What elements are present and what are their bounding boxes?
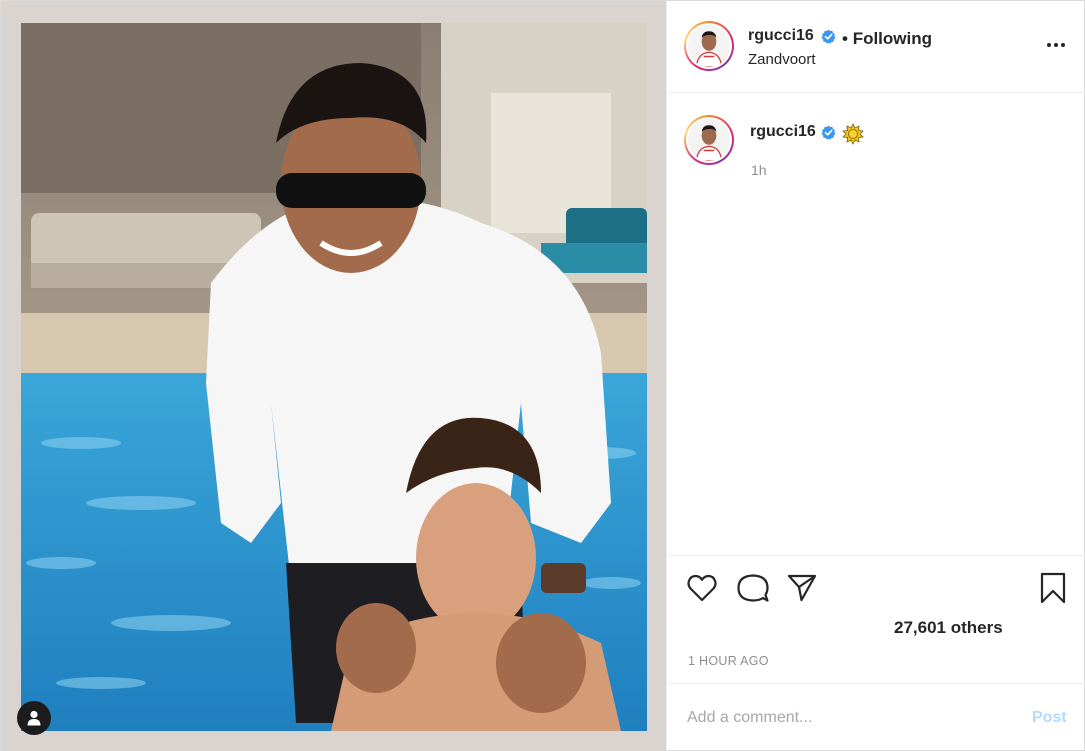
post-header: rgucci16 • Following Zandvoort xyxy=(667,1,1085,93)
more-icon xyxy=(1047,43,1065,47)
comment-button[interactable] xyxy=(737,573,769,603)
verified-badge-icon xyxy=(821,125,836,140)
post-side-panel: rgucci16 • Following Zandvoort rgucci16 … xyxy=(666,1,1085,751)
avatar-image xyxy=(688,119,730,161)
author-username[interactable]: rgucci16 xyxy=(748,27,814,45)
avatar-image xyxy=(688,25,730,67)
author-avatar[interactable] xyxy=(684,21,734,71)
share-icon xyxy=(787,574,817,602)
comment-icon xyxy=(737,574,769,602)
more-options-button[interactable] xyxy=(1045,37,1067,53)
user-tag-icon xyxy=(27,710,41,726)
follow-status-label: Following xyxy=(852,29,933,48)
verified-badge-icon xyxy=(821,29,836,44)
post-actions: 27,601 others 1 HOUR AGO xyxy=(667,555,1085,683)
post-location[interactable]: Zandvoort xyxy=(748,51,816,68)
bookmark-icon xyxy=(1040,572,1066,604)
post-timestamp[interactable]: 1 HOUR AGO xyxy=(688,654,769,668)
follow-separator: • xyxy=(842,29,848,48)
like-button[interactable] xyxy=(687,574,717,602)
caption-username[interactable]: rgucci16 xyxy=(750,123,816,141)
post-comment-button[interactable]: Post xyxy=(1032,709,1067,727)
comment-input[interactable] xyxy=(687,704,1017,732)
heart-icon xyxy=(687,574,717,602)
instagram-post-modal: rgucci16 • Following Zandvoort rgucci16 … xyxy=(0,0,1085,751)
save-button[interactable] xyxy=(1040,572,1066,604)
caption-avatar[interactable] xyxy=(684,115,734,165)
share-button[interactable] xyxy=(787,574,817,602)
post-photo[interactable] xyxy=(21,23,647,731)
likes-count[interactable]: 27,601 others xyxy=(894,618,1003,638)
caption-time[interactable]: 1h xyxy=(751,162,767,178)
comment-bar: Post xyxy=(667,683,1085,751)
photo-illustration xyxy=(21,23,647,731)
sun-emoji-icon xyxy=(842,123,864,145)
tagged-users-button[interactable] xyxy=(17,701,51,735)
post-photo-area xyxy=(1,1,666,751)
following-status[interactable]: • Following xyxy=(842,29,932,49)
